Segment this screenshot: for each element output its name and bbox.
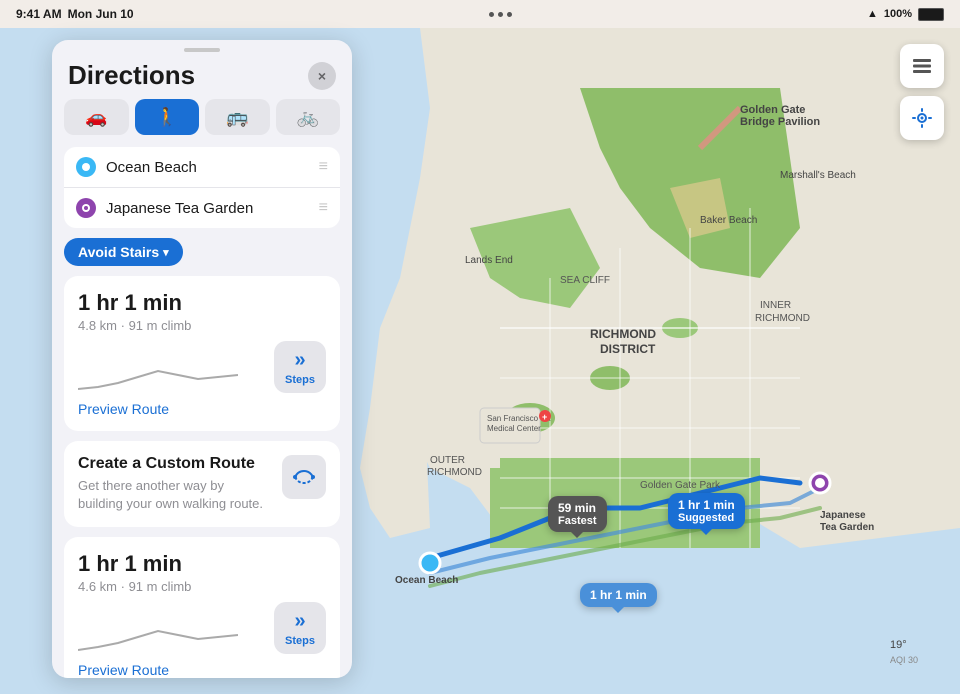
directions-panel: Directions × 🚗 🚶 🚌 🚲 Ocean Beach ≡ [52, 40, 352, 678]
suggested-route-label[interactable]: 1 hr 1 min Suggested [668, 493, 745, 529]
suggested-route-tag: Suggested [678, 512, 735, 524]
close-icon: × [318, 68, 326, 84]
svg-text:RICHMOND: RICHMOND [427, 467, 482, 478]
panel-title: Directions [68, 60, 195, 91]
routes-list[interactable]: 1 hr 1 min 4.8 km · 91 m climb » Steps P… [52, 276, 352, 678]
map-layers-button[interactable] [900, 44, 944, 88]
svg-text:Ocean Beach: Ocean Beach [395, 575, 458, 586]
destination-icon [76, 198, 96, 218]
svg-text:RICHMOND: RICHMOND [590, 327, 656, 341]
status-bar-left: 9:41 AM Mon Jun 10 [16, 7, 134, 21]
origin-waypoint[interactable]: Ocean Beach ≡ [64, 147, 340, 188]
route-2-elevation [78, 610, 274, 654]
svg-text:19°: 19° [890, 639, 907, 651]
status-bar: 9:41 AM Mon Jun 10 ▲ 100% [0, 0, 960, 28]
waypoints-container: Ocean Beach ≡ Japanese Tea Garden ≡ [64, 147, 340, 228]
status-bar-right: ▲ 100% [867, 8, 944, 21]
destination-drag-handle[interactable]: ≡ [319, 199, 328, 217]
wifi-icon: ▲ [867, 8, 878, 20]
fastest-route-time: 59 min [558, 501, 597, 515]
route-1-preview-link[interactable]: Preview Route [78, 401, 326, 417]
map-controls [900, 44, 944, 140]
route-2-preview-link[interactable]: Preview Route [78, 662, 326, 678]
battery-icon [918, 8, 944, 21]
third-route-time: 1 hr 1 min [590, 588, 647, 602]
svg-text:Lands End: Lands End [465, 255, 513, 266]
car-mode-button[interactable]: 🚗 [64, 99, 129, 135]
location-button[interactable] [900, 96, 944, 140]
svg-text:SEA CLIFF: SEA CLIFF [560, 275, 610, 286]
chevron-right-icon: » [294, 349, 305, 372]
route-1-steps-button[interactable]: » Steps [274, 341, 326, 393]
destination-text: Japanese Tea Garden [106, 200, 309, 217]
origin-text: Ocean Beach [106, 159, 309, 176]
svg-text:Bridge Pavilion: Bridge Pavilion [740, 116, 820, 128]
svg-text:Golden Gate: Golden Gate [740, 104, 805, 116]
origin-drag-handle[interactable]: ≡ [319, 158, 328, 176]
third-route-label[interactable]: 1 hr 1 min [580, 583, 657, 607]
custom-route-card[interactable]: Create a Custom Route Get there another … [64, 441, 340, 527]
route-1-time: 1 hr 1 min [78, 290, 326, 316]
route-1-steps-label: Steps [285, 374, 315, 386]
svg-text:RICHMOND: RICHMOND [755, 313, 810, 324]
svg-text:Baker Beach: Baker Beach [700, 215, 757, 226]
chevron-down-icon: ▾ [163, 246, 169, 259]
status-time: 9:41 AM [16, 7, 62, 21]
close-button[interactable]: × [308, 62, 336, 90]
custom-route-icon [282, 455, 326, 499]
chevron-right-2-icon: » [294, 610, 305, 633]
svg-text:OUTER: OUTER [430, 455, 465, 466]
filter-row: Avoid Stairs ▾ [52, 238, 352, 276]
panel-header: Directions × [52, 56, 352, 99]
route-1-details: 4.8 km · 91 m climb [78, 318, 326, 333]
bike-mode-button[interactable]: 🚲 [276, 99, 341, 135]
route-1-elevation [78, 349, 274, 393]
custom-route-text: Create a Custom Route Get there another … [78, 455, 270, 513]
route-card-1[interactable]: 1 hr 1 min 4.8 km · 91 m climb » Steps P… [64, 276, 340, 431]
origin-icon [76, 157, 96, 177]
svg-text:Japanese: Japanese [820, 510, 866, 521]
custom-route-description: Get there another way by building your o… [78, 477, 270, 513]
svg-text:Tea Garden: Tea Garden [820, 522, 874, 533]
route-2-steps-label: Steps [285, 635, 315, 647]
svg-text:Medical Center: Medical Center [487, 424, 541, 433]
fastest-route-tag: Fastest [558, 515, 597, 527]
avoid-stairs-label: Avoid Stairs [78, 244, 159, 260]
fastest-route-label[interactable]: 59 min Fastest [548, 496, 607, 532]
route-2-time: 1 hr 1 min [78, 551, 326, 577]
svg-text:Marshall's Beach: Marshall's Beach [780, 170, 856, 181]
destination-waypoint[interactable]: Japanese Tea Garden ≡ [64, 188, 340, 228]
battery-label: 100% [884, 8, 912, 20]
svg-text:+: + [542, 412, 547, 422]
svg-text:AQI 30: AQI 30 [890, 655, 918, 665]
svg-text:INNER: INNER [760, 300, 791, 311]
suggested-route-time: 1 hr 1 min [678, 498, 735, 512]
route-card-2[interactable]: 1 hr 1 min 4.6 km · 91 m climb » Steps P… [64, 537, 340, 678]
transport-mode-selector: 🚗 🚶 🚌 🚲 [52, 99, 352, 147]
status-bar-center [489, 12, 512, 17]
route-2-steps-button[interactable]: » Steps [274, 602, 326, 654]
route-2-details: 4.6 km · 91 m climb [78, 579, 326, 594]
svg-text:DISTRICT: DISTRICT [600, 342, 656, 356]
status-date: Mon Jun 10 [68, 7, 134, 21]
avoid-stairs-button[interactable]: Avoid Stairs ▾ [64, 238, 183, 266]
custom-route-title: Create a Custom Route [78, 455, 270, 473]
transit-mode-button[interactable]: 🚌 [205, 99, 270, 135]
panel-handle [184, 48, 220, 52]
walk-mode-button[interactable]: 🚶 [135, 99, 200, 135]
svg-text:Golden Gate Park: Golden Gate Park [640, 480, 721, 491]
